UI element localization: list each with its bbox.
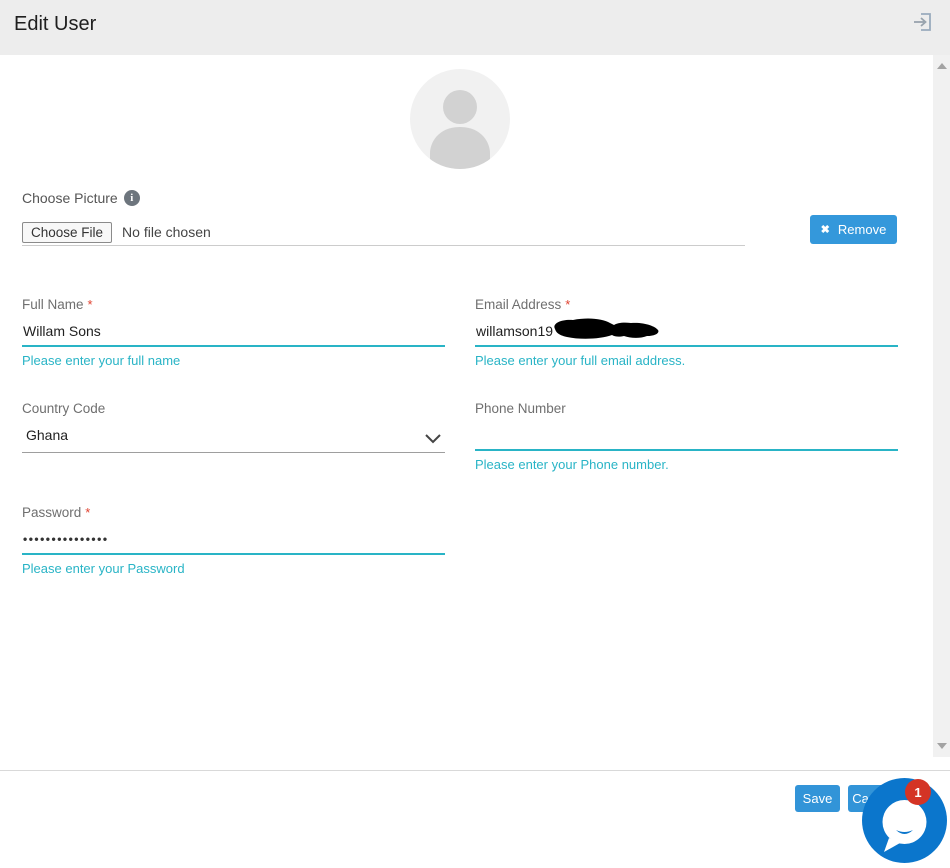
- file-input-row: Choose File No file chosen: [22, 219, 745, 246]
- file-status-text: No file chosen: [122, 224, 211, 240]
- country-code-select[interactable]: Ghana: [22, 425, 445, 453]
- choose-picture-label: Choose Picture: [22, 190, 118, 206]
- email-label: Email Address*: [475, 297, 898, 312]
- remove-button-label: Remove: [838, 222, 886, 237]
- scroll-up-icon[interactable]: [937, 63, 947, 69]
- full-name-helper: Please enter your full name: [22, 353, 445, 368]
- full-name-field: Full Name* Please enter your full name: [22, 297, 445, 368]
- email-input[interactable]: [475, 321, 898, 347]
- choose-picture-row: Choose Picture i: [22, 190, 140, 206]
- full-name-input[interactable]: [22, 321, 445, 347]
- page-title: Edit User: [14, 13, 96, 36]
- required-asterisk: *: [565, 297, 570, 312]
- required-asterisk: *: [88, 297, 93, 312]
- password-input[interactable]: [22, 529, 445, 555]
- x-mark-icon: ✖: [821, 223, 830, 236]
- info-circle-icon[interactable]: i: [124, 190, 140, 206]
- password-helper: Please enter your Password: [22, 561, 445, 576]
- exit-icon[interactable]: [912, 11, 934, 33]
- phone-field: Phone Number Please enter your Phone num…: [475, 401, 898, 472]
- email-helper: Please enter your full email address.: [475, 353, 898, 368]
- avatar: [410, 69, 510, 169]
- country-code-value: Ghana: [26, 427, 68, 443]
- page-header: Edit User: [0, 0, 950, 55]
- choose-file-button[interactable]: Choose File: [22, 222, 112, 243]
- password-label: Password*: [22, 505, 445, 520]
- required-asterisk: *: [85, 505, 90, 520]
- email-field: Email Address* Please enter your full em…: [475, 297, 898, 368]
- password-field: Password* Please enter your Password: [22, 505, 445, 576]
- chat-unread-badge: 1: [905, 779, 931, 805]
- phone-label: Phone Number: [475, 401, 898, 416]
- vertical-scrollbar[interactable]: [933, 55, 950, 757]
- save-button[interactable]: Save: [795, 785, 840, 812]
- remove-picture-button[interactable]: ✖ Remove: [810, 215, 897, 244]
- country-code-label: Country Code: [22, 401, 445, 416]
- phone-helper: Please enter your Phone number.: [475, 457, 898, 472]
- country-code-field: Country Code Ghana: [22, 401, 445, 453]
- scroll-down-icon[interactable]: [937, 743, 947, 749]
- phone-input[interactable]: [475, 425, 898, 451]
- chevron-down-icon: [425, 431, 441, 447]
- footer-bar: Save Cancel: [0, 771, 950, 828]
- full-name-label: Full Name*: [22, 297, 445, 312]
